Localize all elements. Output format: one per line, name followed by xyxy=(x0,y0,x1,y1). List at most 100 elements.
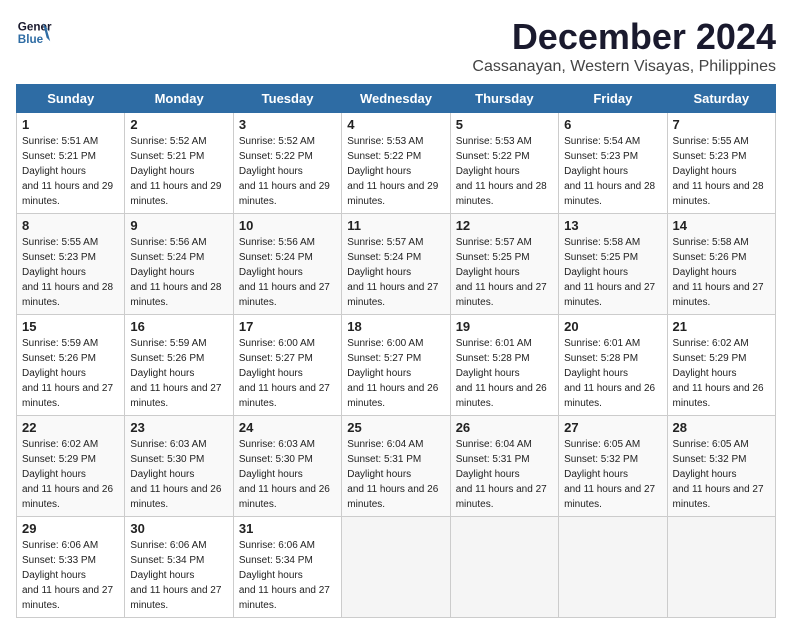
day-number: 22 xyxy=(22,420,119,435)
day-info: Sunrise: 5:59 AMSunset: 5:26 PMDaylight … xyxy=(130,336,227,411)
day-number: 27 xyxy=(564,420,661,435)
day-info: Sunrise: 5:53 AMSunset: 5:22 PMDaylight … xyxy=(347,134,444,209)
day-info: Sunrise: 5:54 AMSunset: 5:23 PMDaylight … xyxy=(564,134,661,209)
logo-icon: General Blue xyxy=(16,16,52,52)
calendar-cell: 26 Sunrise: 6:04 AMSunset: 5:31 PMDayligh… xyxy=(450,416,558,517)
day-info: Sunrise: 6:01 AMSunset: 5:28 PMDaylight … xyxy=(564,336,661,411)
calendar-cell: 11Sunrise: 5:57 AMSunset: 5:24 PMDayligh… xyxy=(342,214,450,315)
day-info: Sunrise: 6:02 AMSunset: 5:29 PMDaylight … xyxy=(22,437,119,512)
day-info: Sunrise: 5:52 AMSunset: 5:22 PMDaylight … xyxy=(239,134,336,209)
day-info: Sunrise: 5:55 AMSunset: 5:23 PMDaylight … xyxy=(22,235,119,310)
day-number: 4 xyxy=(347,117,444,132)
calendar-week-5: 29 Sunrise: 6:06 AMSunset: 5:33 PMDayligh… xyxy=(17,517,776,618)
calendar-cell: 28 Sunrise: 6:05 AMSunset: 5:32 PMDayligh… xyxy=(667,416,775,517)
col-wednesday: Wednesday xyxy=(342,85,450,113)
calendar-cell: 19Sunrise: 6:01 AMSunset: 5:28 PMDayligh… xyxy=(450,315,558,416)
col-sunday: Sunday xyxy=(17,85,125,113)
svg-text:Blue: Blue xyxy=(18,33,44,46)
day-info: Sunrise: 5:51 AMSunset: 5:21 PMDaylight … xyxy=(22,134,119,209)
day-info: Sunrise: 6:06 AMSunset: 5:34 PMDaylight … xyxy=(239,538,336,613)
day-number: 10 xyxy=(239,218,336,233)
title-area: December 2024 Cassanayan, Western Visaya… xyxy=(472,16,776,76)
col-thursday: Thursday xyxy=(450,85,558,113)
day-info: Sunrise: 5:57 AMSunset: 5:25 PMDaylight … xyxy=(456,235,553,310)
day-info: Sunrise: 6:03 AMSunset: 5:30 PMDaylight … xyxy=(239,437,336,512)
calendar-cell: 17Sunrise: 6:00 AMSunset: 5:27 PMDayligh… xyxy=(233,315,341,416)
day-number: 21 xyxy=(673,319,770,334)
calendar-cell xyxy=(450,517,558,618)
day-number: 8 xyxy=(22,218,119,233)
day-info: Sunrise: 5:58 AMSunset: 5:25 PMDaylight … xyxy=(564,235,661,310)
calendar-cell: 31 Sunrise: 6:06 AMSunset: 5:34 PMDayligh… xyxy=(233,517,341,618)
day-number: 12 xyxy=(456,218,553,233)
day-number: 25 xyxy=(347,420,444,435)
calendar-cell: 3Sunrise: 5:52 AMSunset: 5:22 PMDaylight… xyxy=(233,113,341,214)
day-info: Sunrise: 5:57 AMSunset: 5:24 PMDaylight … xyxy=(347,235,444,310)
col-monday: Monday xyxy=(125,85,233,113)
calendar-cell: 1 Sunrise: 5:51 AMSunset: 5:21 PMDaylight… xyxy=(17,113,125,214)
day-info: Sunrise: 6:04 AMSunset: 5:31 PMDaylight … xyxy=(456,437,553,512)
day-info: Sunrise: 5:52 AMSunset: 5:21 PMDaylight … xyxy=(130,134,227,209)
calendar-week-1: 1 Sunrise: 5:51 AMSunset: 5:21 PMDaylight… xyxy=(17,113,776,214)
calendar-cell: 23Sunrise: 6:03 AMSunset: 5:30 PMDayligh… xyxy=(125,416,233,517)
day-number: 14 xyxy=(673,218,770,233)
calendar-cell: 8 Sunrise: 5:55 AMSunset: 5:23 PMDaylight… xyxy=(17,214,125,315)
calendar-cell: 24 Sunrise: 6:03 AMSunset: 5:30 PMDayligh… xyxy=(233,416,341,517)
day-number: 20 xyxy=(564,319,661,334)
calendar-cell: 7 Sunrise: 5:55 AMSunset: 5:23 PMDaylight… xyxy=(667,113,775,214)
day-number: 16 xyxy=(130,319,227,334)
day-number: 1 xyxy=(22,117,119,132)
day-number: 9 xyxy=(130,218,227,233)
col-saturday: Saturday xyxy=(667,85,775,113)
calendar-table: Sunday Monday Tuesday Wednesday Thursday… xyxy=(16,84,776,618)
col-friday: Friday xyxy=(559,85,667,113)
day-info: Sunrise: 6:00 AMSunset: 5:27 PMDaylight … xyxy=(239,336,336,411)
day-info: Sunrise: 5:58 AMSunset: 5:26 PMDaylight … xyxy=(673,235,770,310)
day-number: 29 xyxy=(22,521,119,536)
day-number: 23 xyxy=(130,420,227,435)
calendar-cell xyxy=(559,517,667,618)
day-number: 30 xyxy=(130,521,227,536)
page-header: General Blue December 2024 Cassanayan, W… xyxy=(16,16,776,76)
day-number: 28 xyxy=(673,420,770,435)
calendar-subtitle: Cassanayan, Western Visayas, Philippines xyxy=(472,58,776,76)
day-info: Sunrise: 6:05 AMSunset: 5:32 PMDaylight … xyxy=(564,437,661,512)
day-info: Sunrise: 5:56 AMSunset: 5:24 PMDaylight … xyxy=(239,235,336,310)
day-info: Sunrise: 5:55 AMSunset: 5:23 PMDaylight … xyxy=(673,134,770,209)
calendar-cell xyxy=(342,517,450,618)
header-row: Sunday Monday Tuesday Wednesday Thursday… xyxy=(17,85,776,113)
day-number: 5 xyxy=(456,117,553,132)
day-number: 31 xyxy=(239,521,336,536)
day-info: Sunrise: 5:59 AMSunset: 5:26 PMDaylight … xyxy=(22,336,119,411)
day-info: Sunrise: 6:02 AMSunset: 5:29 PMDaylight … xyxy=(673,336,770,411)
day-number: 7 xyxy=(673,117,770,132)
day-number: 18 xyxy=(347,319,444,334)
calendar-cell: 4 Sunrise: 5:53 AMSunset: 5:22 PMDaylight… xyxy=(342,113,450,214)
calendar-cell: 12 Sunrise: 5:57 AMSunset: 5:25 PMDayligh… xyxy=(450,214,558,315)
day-info: Sunrise: 6:05 AMSunset: 5:32 PMDaylight … xyxy=(673,437,770,512)
calendar-week-2: 8 Sunrise: 5:55 AMSunset: 5:23 PMDaylight… xyxy=(17,214,776,315)
day-number: 13 xyxy=(564,218,661,233)
calendar-cell xyxy=(667,517,775,618)
col-tuesday: Tuesday xyxy=(233,85,341,113)
day-info: Sunrise: 5:53 AMSunset: 5:22 PMDaylight … xyxy=(456,134,553,209)
day-number: 26 xyxy=(456,420,553,435)
calendar-cell: 25Sunrise: 6:04 AMSunset: 5:31 PMDayligh… xyxy=(342,416,450,517)
day-number: 19 xyxy=(456,319,553,334)
calendar-cell: 18Sunrise: 6:00 AMSunset: 5:27 PMDayligh… xyxy=(342,315,450,416)
calendar-cell: 22 Sunrise: 6:02 AMSunset: 5:29 PMDayligh… xyxy=(17,416,125,517)
calendar-cell: 21 Sunrise: 6:02 AMSunset: 5:29 PMDayligh… xyxy=(667,315,775,416)
calendar-cell: 29 Sunrise: 6:06 AMSunset: 5:33 PMDayligh… xyxy=(17,517,125,618)
calendar-cell: 30 Sunrise: 6:06 AMSunset: 5:34 PMDayligh… xyxy=(125,517,233,618)
calendar-week-3: 15Sunrise: 5:59 AMSunset: 5:26 PMDayligh… xyxy=(17,315,776,416)
calendar-cell: 5 Sunrise: 5:53 AMSunset: 5:22 PMDaylight… xyxy=(450,113,558,214)
calendar-cell: 2Sunrise: 5:52 AMSunset: 5:21 PMDaylight… xyxy=(125,113,233,214)
calendar-week-4: 22 Sunrise: 6:02 AMSunset: 5:29 PMDayligh… xyxy=(17,416,776,517)
day-number: 24 xyxy=(239,420,336,435)
day-info: Sunrise: 6:06 AMSunset: 5:33 PMDaylight … xyxy=(22,538,119,613)
day-info: Sunrise: 6:06 AMSunset: 5:34 PMDaylight … xyxy=(130,538,227,613)
day-info: Sunrise: 5:56 AMSunset: 5:24 PMDaylight … xyxy=(130,235,227,310)
calendar-title: December 2024 xyxy=(472,16,776,58)
logo: General Blue xyxy=(16,16,52,52)
calendar-cell: 10 Sunrise: 5:56 AMSunset: 5:24 PMDayligh… xyxy=(233,214,341,315)
